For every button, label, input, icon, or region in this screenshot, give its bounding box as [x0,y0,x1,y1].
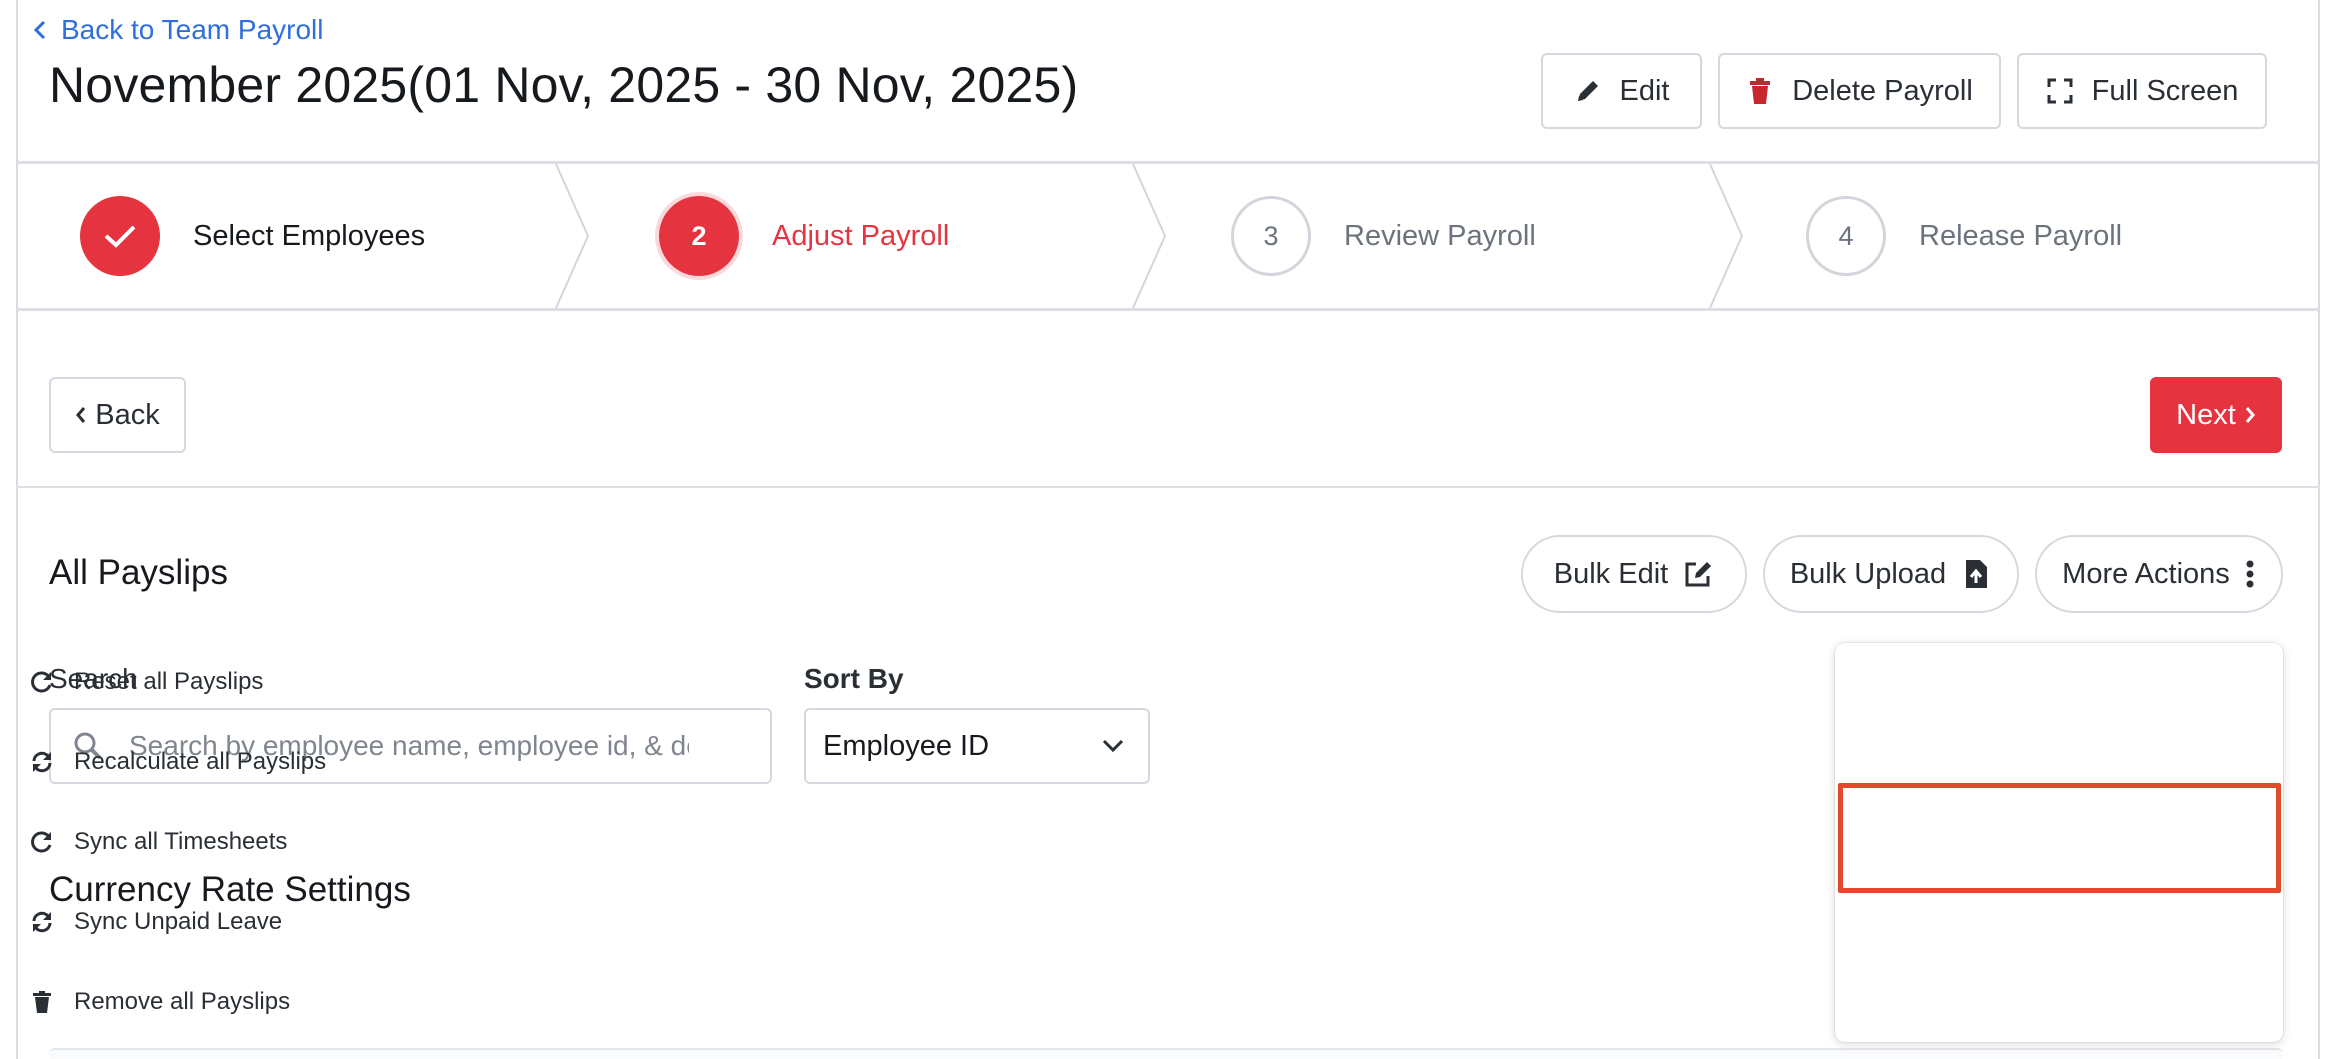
back-label: Back [95,398,160,431]
file-upload-icon [1966,560,1988,588]
full-screen-button[interactable]: Full Screen [2017,53,2267,129]
more-actions-button[interactable]: More Actions [2035,535,2283,613]
vertical-dots-icon [2246,560,2254,588]
delete-payroll-label: Delete Payroll [1792,74,1973,107]
page-title: November 2025(01 Nov, 2025 - 30 Nov, 202… [49,57,1079,113]
more-actions-menu [1835,643,2283,1042]
step-select-employees[interactable]: Select Employees [80,196,425,276]
edit-button[interactable]: Edit [1541,53,1702,129]
chevron-right-icon [2245,407,2255,423]
expand-icon [2047,78,2073,104]
step-number: 3 [1231,196,1311,276]
back-link-label: Back to Team Payroll [61,14,324,45]
sort-by-label: Sort By [804,663,904,694]
more-actions-label: More Actions [2062,557,2230,590]
step-adjust-payroll[interactable]: 2 Adjust Payroll [659,196,949,276]
bulk-edit-label: Bulk Edit [1553,557,1669,590]
bulk-upload-button[interactable]: Bulk Upload [1763,535,2019,613]
step-release-payroll[interactable]: 4 Release Payroll [1806,196,2122,276]
menu-item-reset-all-payslips[interactable]: Reset all Payslips [0,654,448,710]
bulk-edit-button[interactable]: Bulk Edit [1521,535,1747,613]
all-payslips-heading: All Payslips [49,553,228,592]
check-icon [104,225,136,248]
chevron-left-icon [33,20,46,40]
delete-payroll-button[interactable]: Delete Payroll [1718,53,2001,129]
next-button[interactable]: Next [2150,377,2282,453]
menu-item-remove-all-payslips[interactable]: Remove all Payslips [0,974,448,1030]
trash-icon [1750,78,1771,104]
step-label: Release Payroll [1919,219,2123,252]
back-to-team-payroll-link[interactable]: Back to Team Payroll [33,14,324,46]
full-screen-label: Full Screen [2091,74,2239,107]
sync-icon [32,751,52,773]
step-label: Adjust Payroll [772,219,950,252]
step-complete-badge [80,196,160,276]
menu-item-label: Reset all Payslips [74,668,264,695]
next-label: Next [2176,398,2236,431]
pencil-icon [1577,81,1598,101]
redo-icon [31,671,52,693]
sync-icon [32,911,52,933]
edit-square-icon [1685,562,1712,587]
edit-label: Edit [1619,74,1670,107]
menu-item-recalculate-all-payslips[interactable]: Recalculate all Payslips [0,734,448,790]
currency-card [49,1048,2283,1059]
chevron-down-icon [1102,739,1124,753]
step-number: 2 [659,196,739,276]
section-divider [16,486,2320,488]
sort-by-select[interactable]: Employee ID [804,708,1150,784]
menu-item-label: Sync all Timesheets [74,828,288,855]
menu-item-sync-all-timesheets[interactable]: Sync all Timesheets [0,814,448,870]
step-label: Select Employees [193,219,426,252]
payroll-stepper: Select Employees 2 Adjust Payroll 3 Revi… [16,161,2320,311]
menu-item-label: Sync Unpaid Leave [74,908,283,935]
step-number: 4 [1806,196,1886,276]
step-review-payroll[interactable]: 3 Review Payroll [1231,196,1536,276]
step-label: Review Payroll [1344,219,1536,252]
redo-icon [31,831,52,853]
menu-item-label: Recalculate all Payslips [74,748,327,775]
menu-item-label: Remove all Payslips [74,988,291,1015]
trash-icon [33,991,51,1013]
menu-item-sync-unpaid-leave[interactable]: Sync Unpaid Leave [0,894,448,950]
chevron-left-icon [76,407,86,423]
back-button[interactable]: Back [49,377,186,453]
sort-by-value: Employee ID [823,729,990,762]
bulk-upload-label: Bulk Upload [1789,557,1947,590]
